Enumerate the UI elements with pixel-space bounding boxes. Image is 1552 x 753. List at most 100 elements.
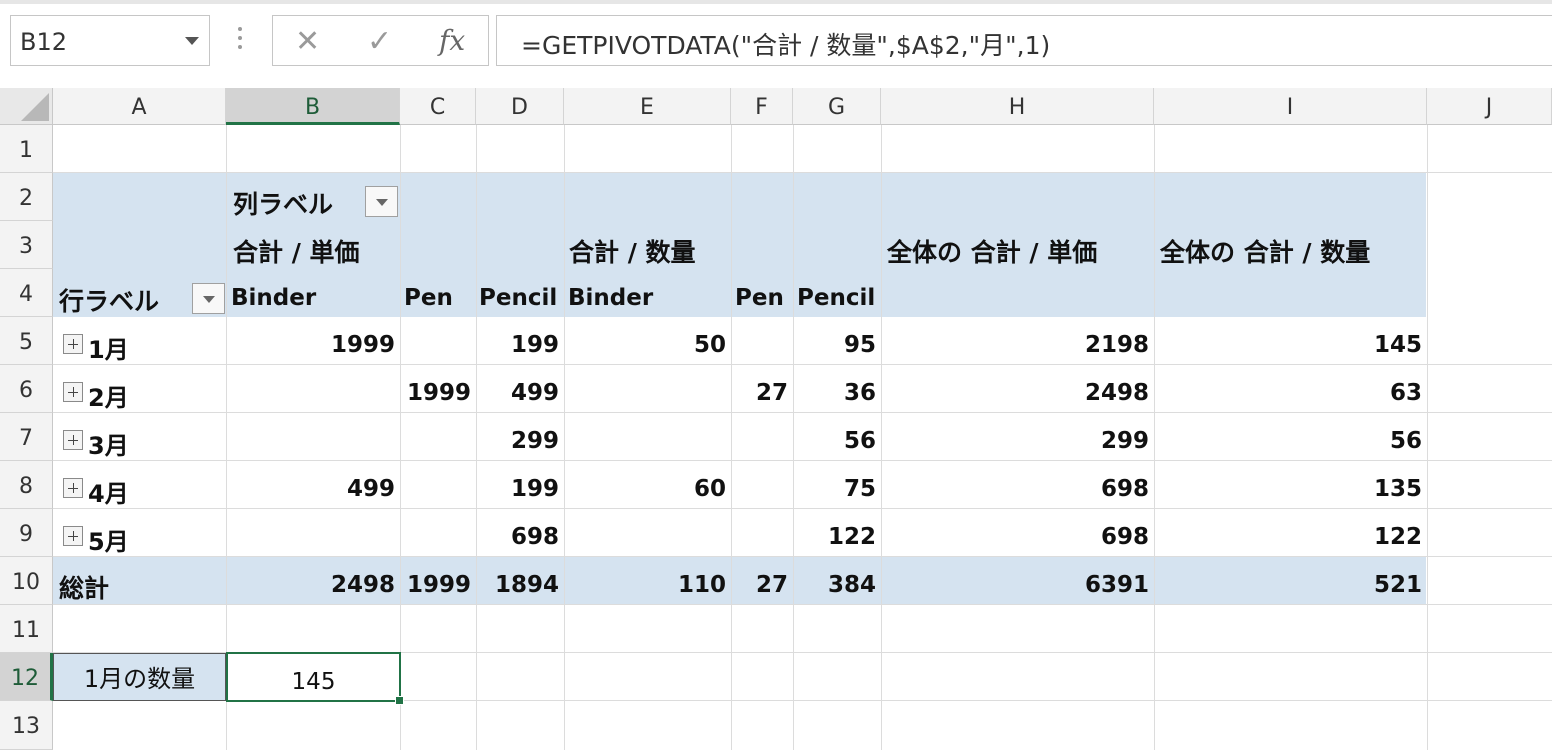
row-label: 4月	[88, 480, 129, 508]
total-value: 384	[827, 572, 876, 598]
spreadsheet-grid: A B C D E F G H I J 1 2 3 4 5 6 7 8 9 10…	[0, 88, 1552, 750]
row-header-8[interactable]: 8	[0, 461, 53, 509]
row-header-13[interactable]: 13	[0, 701, 53, 750]
formula-text: =GETPIVOTDATA("合計 / 数量",$A$2,"月",1)	[521, 31, 1051, 60]
sum-qty-header: 合計 / 数量	[569, 238, 696, 267]
expand-icon[interactable]	[63, 382, 83, 402]
formula-bar: B12 ✕ ✓ fx =GETPIVOTDATA("合計 / 数量",$A$2,…	[0, 0, 1552, 88]
column-header-f[interactable]: F	[731, 88, 793, 125]
total-sum-qty-header: 全体の 合計 / 数量	[1160, 238, 1371, 267]
row-header-5[interactable]: 5	[0, 317, 53, 365]
cell-value: 135	[1373, 476, 1422, 502]
expand-icon[interactable]	[63, 334, 83, 354]
row-header-7[interactable]: 7	[0, 413, 53, 461]
column-header-c[interactable]: C	[400, 88, 476, 125]
row-header-11[interactable]: 11	[0, 605, 53, 653]
chevron-down-icon[interactable]	[185, 37, 199, 45]
cell-value: 2498	[1084, 380, 1149, 406]
product-header: Pencil	[479, 285, 558, 311]
column-labels-filter-button[interactable]	[365, 186, 398, 217]
cell-value: 199	[510, 476, 559, 502]
cell-a12[interactable]: 1月の数量	[53, 653, 226, 701]
cell-area[interactable]: 列ラベル 合計 / 単価 合計 / 数量 全体の 合計 / 単価 全体の 合計 …	[53, 125, 1552, 750]
enter-icon[interactable]: ✓	[367, 24, 392, 59]
fill-handle[interactable]	[395, 696, 404, 705]
cell-value: 50	[693, 332, 726, 358]
formula-buttons: ✕ ✓ fx	[272, 15, 489, 66]
ribbon-edge	[0, 0, 1552, 4]
product-header: Binder	[568, 285, 654, 311]
expand-icon[interactable]	[63, 526, 83, 546]
column-header-h[interactable]: H	[881, 88, 1154, 125]
cell-value: 60	[693, 476, 726, 502]
insert-function-icon[interactable]: fx	[439, 24, 465, 57]
row-label: 3月	[88, 432, 129, 460]
total-value: 2498	[330, 572, 395, 598]
active-cell-value: 145	[291, 669, 336, 695]
row-labels-header: 行ラベル	[59, 287, 160, 316]
column-header-d[interactable]: D	[476, 88, 564, 125]
cell-value: 1999	[330, 332, 395, 358]
row-header-10[interactable]: 10	[0, 557, 53, 605]
row-header-9[interactable]: 9	[0, 509, 53, 557]
cell-value: 56	[1389, 428, 1422, 454]
cell-value: 63	[1389, 380, 1422, 406]
cancel-icon[interactable]: ✕	[295, 24, 320, 59]
row-header-6[interactable]: 6	[0, 365, 53, 413]
drag-handle-icon[interactable]	[238, 27, 244, 57]
expand-icon[interactable]	[63, 478, 83, 498]
cell-value: 56	[843, 428, 876, 454]
total-sum-price-header: 全体の 合計 / 単価	[887, 238, 1098, 267]
cell-value: 698	[510, 524, 559, 550]
cell-value: 698	[1100, 524, 1149, 550]
total-value: 110	[677, 572, 726, 598]
expand-icon[interactable]	[63, 430, 83, 450]
row-header-4[interactable]: 4	[0, 269, 53, 317]
cell-value: 2198	[1084, 332, 1149, 358]
row-header-2[interactable]: 2	[0, 173, 53, 221]
cell-value: 499	[346, 476, 395, 502]
product-header: Pencil	[797, 285, 876, 311]
total-value: 1999	[406, 572, 471, 598]
cell-value: 145	[1373, 332, 1422, 358]
product-header: Pen	[404, 285, 453, 311]
row-header-3[interactable]: 3	[0, 221, 53, 269]
sum-price-header: 合計 / 単価	[233, 238, 360, 267]
cell-value: 698	[1100, 476, 1149, 502]
row-label: 1月	[88, 336, 129, 364]
row-header-12[interactable]: 12	[0, 653, 53, 701]
cell-value: 122	[1373, 524, 1422, 550]
total-value: 1894	[494, 572, 559, 598]
grand-total-label: 総計	[59, 574, 110, 603]
cell-value: 199	[510, 332, 559, 358]
row-header-1[interactable]: 1	[0, 125, 53, 173]
column-header-i[interactable]: I	[1154, 88, 1427, 125]
total-value: 521	[1373, 572, 1422, 598]
cell-value: 75	[843, 476, 876, 502]
cell-value: 299	[1100, 428, 1149, 454]
column-header-b[interactable]: B	[226, 88, 400, 125]
name-box[interactable]: B12	[10, 15, 210, 66]
column-header-a[interactable]: A	[53, 88, 226, 125]
formula-input[interactable]: =GETPIVOTDATA("合計 / 数量",$A$2,"月",1)	[496, 15, 1552, 66]
column-header-j[interactable]: J	[1427, 88, 1552, 125]
cell-value: 27	[755, 380, 788, 406]
cell-value: 36	[843, 380, 876, 406]
row-labels-filter-button[interactable]	[192, 283, 225, 314]
cell-value: 499	[510, 380, 559, 406]
select-all-button[interactable]	[0, 88, 53, 125]
name-box-value: B12	[20, 28, 68, 56]
cell-value: 299	[510, 428, 559, 454]
row-label: 2月	[88, 384, 129, 412]
total-value: 27	[755, 572, 788, 598]
active-cell-b12[interactable]: 145	[226, 652, 404, 705]
product-header: Binder	[231, 285, 317, 311]
column-header-g[interactable]: G	[793, 88, 881, 125]
select-all-icon	[21, 93, 49, 121]
row-label: 5月	[88, 528, 129, 556]
column-header-e[interactable]: E	[564, 88, 731, 125]
product-header: Pen	[735, 285, 784, 311]
cell-value: 122	[827, 524, 876, 550]
column-labels-header: 列ラベル	[233, 190, 334, 219]
cell-value: 1999	[406, 380, 471, 406]
